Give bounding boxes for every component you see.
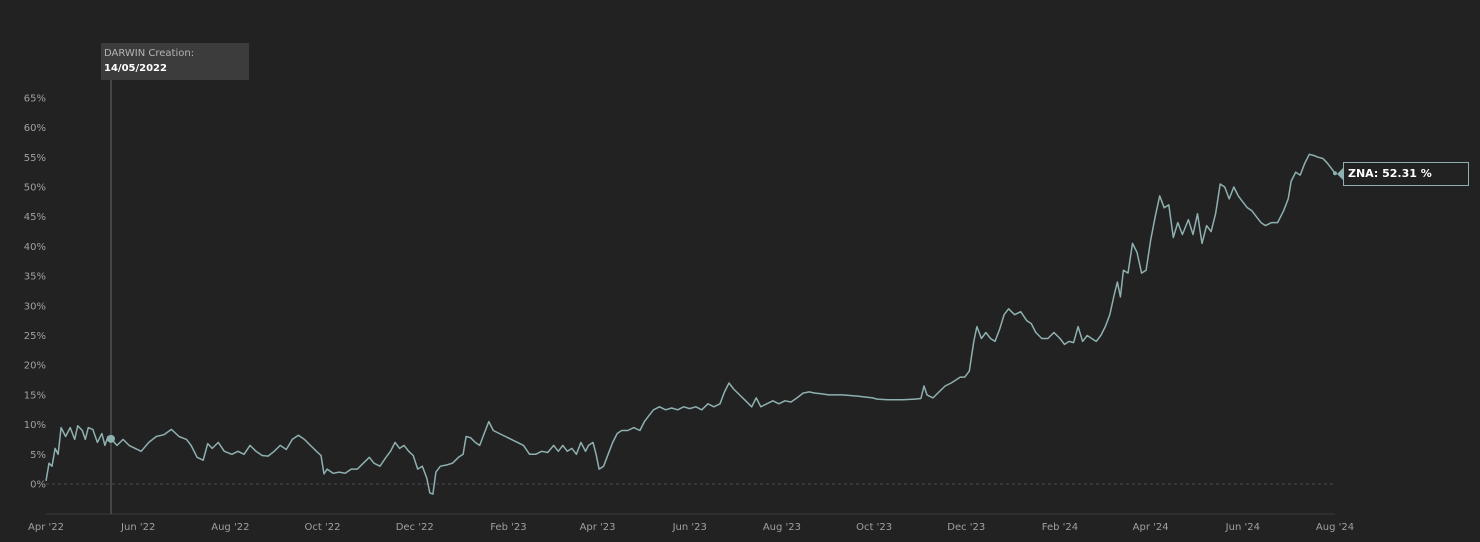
- y-tick-label: 45%: [24, 212, 46, 223]
- y-tick-label: 40%: [24, 242, 46, 253]
- x-tick-label: Apr '22: [28, 522, 64, 533]
- y-tick-label: 35%: [24, 272, 46, 283]
- y-tick-label: 10%: [24, 420, 46, 431]
- creation-marker-date: 14/05/2022: [104, 63, 167, 74]
- x-tick-label: Apr '24: [1133, 522, 1169, 533]
- x-tick-label: Aug '22: [211, 522, 249, 533]
- last-value-label: ZNA: 52.31 %: [1343, 162, 1469, 186]
- x-tick-label: Oct '22: [305, 522, 341, 533]
- y-tick-label: 50%: [24, 183, 46, 194]
- x-tick-label: Jun '22: [120, 522, 155, 533]
- y-tick-label: 0%: [30, 480, 46, 491]
- x-tick-label: Aug '24: [1316, 522, 1354, 533]
- x-tick-label: Jun '24: [1225, 522, 1260, 533]
- x-tick-label: Apr '23: [580, 522, 616, 533]
- series-line[interactable]: [45, 153, 1336, 495]
- y-tick-label: 20%: [24, 361, 46, 372]
- y-tick-label: 15%: [24, 390, 46, 401]
- x-tick-label: Dec '22: [396, 522, 434, 533]
- creation-marker-title: DARWIN Creation:: [104, 48, 195, 59]
- x-tick-label: Aug '23: [763, 522, 801, 533]
- performance-chart: 0% 5% 10% 15% 20% 25% 30% 35% 40% 45% 50% 55% 60% 65%…: [24, 43, 1354, 533]
- creation-marker-dot[interactable]: [106, 434, 115, 443]
- creation-marker-label: DARWIN Creation: 14/05/2022: [101, 43, 249, 80]
- y-axis: 0% 5% 10% 15% 20% 25% 30% 35% 40% 45% 50% 55% 60% 65%: [24, 93, 46, 490]
- x-tick-label: Oct '23: [856, 522, 892, 533]
- y-tick-label: 55%: [24, 153, 46, 164]
- x-tick-label: Feb '23: [490, 522, 526, 533]
- x-tick-label: Dec '23: [947, 522, 985, 533]
- x-tick-label: Jun '23: [672, 522, 707, 533]
- x-tick-label: Feb '24: [1042, 522, 1078, 533]
- y-tick-label: 25%: [24, 331, 46, 342]
- y-tick-label: 30%: [24, 301, 46, 312]
- y-tick-label: 60%: [24, 123, 46, 134]
- y-tick-label: 5%: [30, 450, 46, 461]
- x-axis: Apr '22 Jun '22 Aug '22 Oct '22 Dec '22 Feb '…: [28, 522, 1354, 533]
- y-tick-label: 65%: [24, 93, 46, 104]
